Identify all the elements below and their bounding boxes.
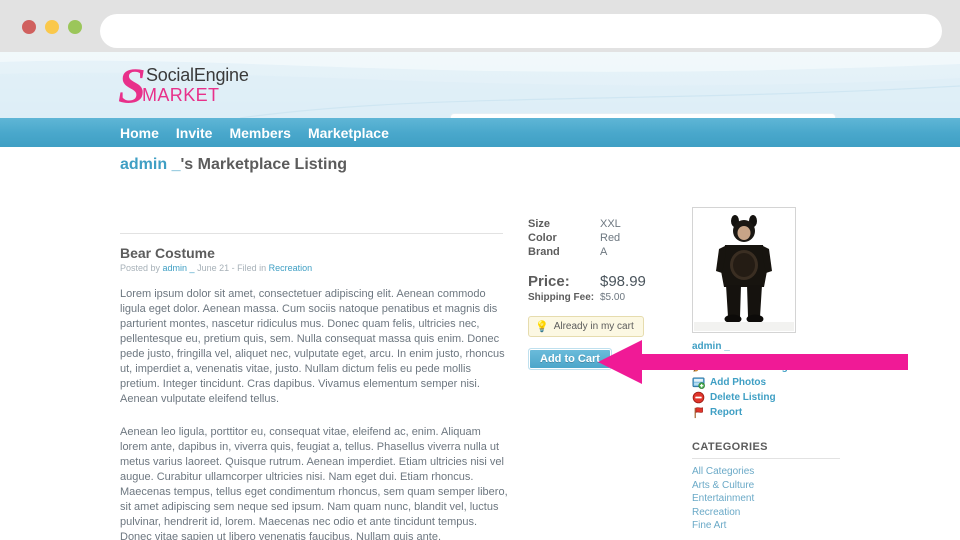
- url-bar[interactable]: [100, 14, 942, 48]
- add-to-cart-button[interactable]: Add to Cart: [528, 348, 612, 370]
- logo-secondary-text: MARKET: [142, 85, 220, 105]
- page-title-rest: 's Marketplace Listing: [180, 156, 347, 173]
- report-action[interactable]: Report: [692, 405, 842, 419]
- nav-item-marketplace[interactable]: Marketplace: [308, 125, 389, 141]
- attribute-value: XXL: [600, 218, 621, 230]
- title-divider: [120, 233, 503, 234]
- attribute-row: Color Red: [528, 231, 678, 245]
- attribute-label: Size: [528, 218, 551, 230]
- listing-sidebar: admin _ Edit This Listing Add Photos Del…: [692, 207, 842, 533]
- meta-author-link[interactable]: admin _: [163, 263, 195, 273]
- nav-item-home[interactable]: Home: [120, 125, 159, 141]
- site-header: S SocialEngine MARKET 0 UPDATES ADMIN MY…: [0, 52, 960, 118]
- price-label: Price:: [528, 273, 570, 290]
- nav-item-invite[interactable]: Invite: [176, 125, 213, 141]
- main-navigation: Home Invite Members Marketplace: [0, 118, 960, 147]
- lightbulb-icon: 💡: [535, 321, 549, 333]
- already-in-cart-label: Already in my cart: [553, 321, 634, 332]
- price-row: Price: $98.99: [528, 273, 678, 290]
- category-item-arts-culture[interactable]: Arts & Culture: [692, 479, 842, 493]
- report-flag-icon: [694, 406, 703, 418]
- shipping-label: Shipping Fee:: [528, 292, 595, 303]
- already-in-cart-notice: 💡 Already in my cart: [528, 316, 644, 337]
- listing-paragraph: Lorem ipsum dolor sit amet, consectetuer…: [120, 288, 505, 405]
- category-item-fine-art[interactable]: Fine Art: [692, 519, 842, 533]
- delete-listing-action[interactable]: Delete Listing: [692, 390, 842, 404]
- category-item-recreation[interactable]: Recreation: [692, 506, 842, 520]
- add-photos-action[interactable]: Add Photos: [692, 375, 842, 389]
- report-label: Report: [710, 406, 743, 418]
- web-page: S SocialEngine MARKET 0 UPDATES ADMIN MY…: [0, 52, 960, 540]
- add-photos-label: Add Photos: [710, 376, 767, 388]
- minimize-window-button[interactable]: [45, 20, 59, 34]
- listing-actions: Edit This Listing Add Photos Delete List…: [692, 360, 842, 419]
- category-item-all-categories[interactable]: All Categories: [692, 465, 842, 479]
- window-controls: [22, 20, 82, 34]
- browser-chrome: [0, 0, 960, 52]
- categories-divider: [692, 458, 840, 459]
- price-value: $98.99: [600, 273, 646, 290]
- shipping-value: $5.00: [600, 292, 626, 303]
- meta-prefix: Posted by: [120, 263, 163, 273]
- category-item-entertainment[interactable]: Entertainment: [692, 492, 842, 506]
- listing-meta: Posted by admin _ June 21 - Filed in Rec…: [120, 263, 510, 273]
- attribute-row: Brand A: [528, 245, 678, 259]
- nav-item-members[interactable]: Members: [229, 125, 290, 141]
- listing-photo[interactable]: [692, 207, 796, 333]
- page-title: admin _'s Marketplace Listing: [120, 156, 347, 174]
- listing-article: Bear Costume Posted by admin _ June 21 -…: [120, 245, 510, 540]
- shipping-row: Shipping Fee: $5.00: [528, 292, 678, 303]
- attribute-value: Red: [600, 232, 621, 244]
- delete-listing-label: Delete Listing: [710, 391, 776, 403]
- maximize-window-button[interactable]: [68, 20, 82, 34]
- listing-paragraph: Aenean leo ligula, porttitor eu, consequ…: [120, 426, 508, 540]
- meta-middle: June 21 - Filed in: [194, 263, 269, 273]
- attribute-label: Brand: [528, 246, 560, 258]
- edit-listing-action[interactable]: Edit This Listing: [692, 360, 842, 374]
- site-logo[interactable]: S SocialEngine MARKET: [118, 60, 338, 110]
- attribute-row: Size XXL: [528, 217, 678, 231]
- delete-icon: [692, 391, 705, 403]
- price-block: Price: $98.99 Shipping Fee: $5.00: [528, 273, 678, 303]
- attribute-value: A: [600, 246, 608, 258]
- attribute-label: Color: [528, 232, 557, 244]
- listing-owner-link[interactable]: admin _: [692, 341, 842, 352]
- add-photo-icon: [692, 376, 705, 389]
- close-window-button[interactable]: [22, 20, 36, 34]
- pencil-icon: [693, 360, 705, 372]
- bear-costume-photo: [694, 209, 794, 331]
- page-title-user[interactable]: admin _: [120, 156, 180, 173]
- meta-category-link[interactable]: Recreation: [269, 263, 313, 273]
- logo-primary-text: SocialEngine: [146, 65, 249, 85]
- listing-title: Bear Costume: [120, 245, 215, 261]
- listing-details: Size XXL Color Red Brand A Price: $98.99…: [528, 217, 678, 370]
- categories-list: All Categories Arts & Culture Entertainm…: [692, 465, 842, 533]
- edit-listing-label: Edit This Listing: [710, 361, 788, 373]
- categories-heading: CATEGORIES: [692, 441, 768, 453]
